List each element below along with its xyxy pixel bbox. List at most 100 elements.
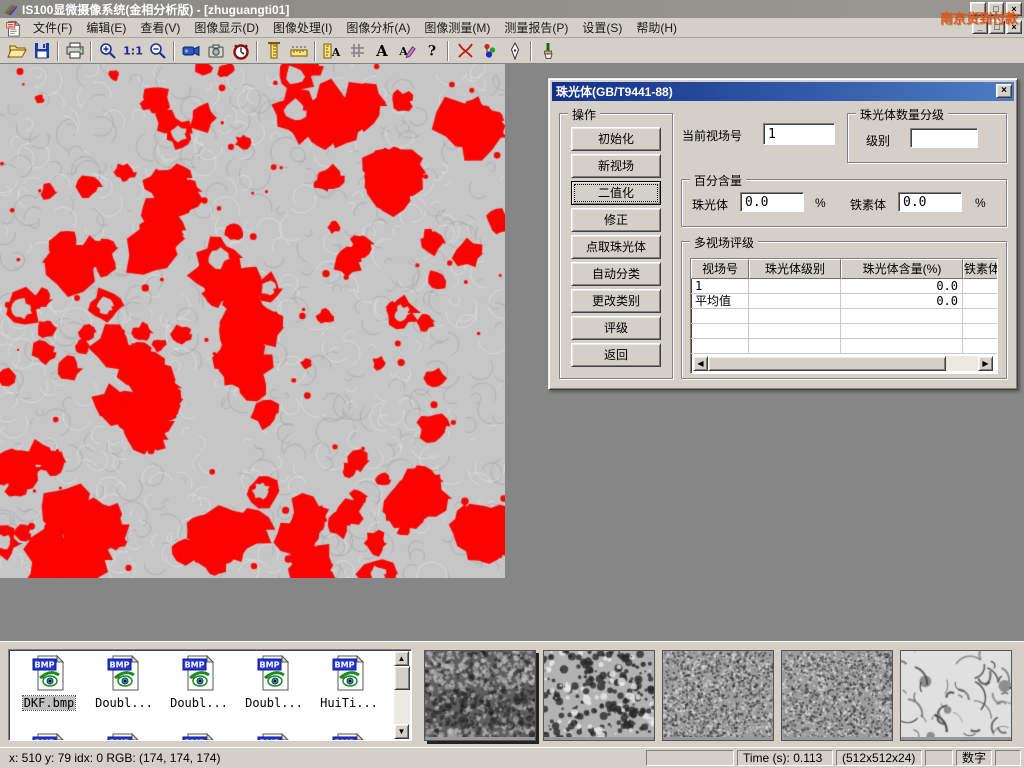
table-header[interactable]: 铁素体含量(%) bbox=[963, 259, 998, 279]
mdi-close-button[interactable]: × bbox=[1006, 20, 1022, 34]
new-field-button[interactable]: 新视场 bbox=[571, 154, 661, 178]
grade-input[interactable] bbox=[910, 128, 978, 148]
table-cell bbox=[749, 339, 841, 354]
current-field-input[interactable] bbox=[763, 123, 835, 145]
image-thumbnail[interactable] bbox=[900, 650, 1012, 741]
toolbar-help-button[interactable]: ? bbox=[419, 40, 444, 62]
multi-field-group: 多视场评级 视场号珠光体级别珠光体含量(%)铁素体含量(%) 10.0平均值0.… bbox=[681, 241, 1007, 379]
toolbar-actual-size-button[interactable]: 1:1 bbox=[120, 40, 145, 62]
correct-button[interactable]: 修正 bbox=[571, 208, 661, 232]
image-thumbnail[interactable] bbox=[781, 650, 893, 741]
toolbar-particles-button[interactable] bbox=[477, 40, 502, 62]
file-item[interactable]: BMP bbox=[163, 731, 235, 741]
scrollbar-thumb[interactable] bbox=[394, 666, 410, 690]
image-thumbnail[interactable] bbox=[543, 650, 655, 741]
dialog-title-bar[interactable]: 珠光体(GB/T9441-88) × bbox=[552, 82, 1014, 101]
change-class-button[interactable]: 更改类别 bbox=[571, 289, 661, 313]
document-icon[interactable] bbox=[4, 19, 22, 37]
toolbar-video-camera-button[interactable] bbox=[178, 40, 203, 62]
file-item[interactable]: BMP DKF.bmp bbox=[13, 653, 85, 710]
svg-text:?: ? bbox=[427, 44, 435, 60]
measure-text-icon: A bbox=[322, 41, 342, 60]
micrograph-image[interactable] bbox=[0, 64, 505, 578]
table-horizontal-scrollbar[interactable]: ◀ ▶ bbox=[693, 356, 993, 371]
table-cell bbox=[691, 309, 749, 324]
rating-table[interactable]: 视场号珠光体级别珠光体含量(%)铁素体含量(%) 10.0平均值0.0 ◀ ▶ bbox=[690, 258, 998, 374]
toolbar-open-button[interactable] bbox=[4, 40, 29, 62]
toolbar-print-button[interactable] bbox=[62, 40, 87, 62]
table-cell: 1 bbox=[691, 279, 749, 294]
thumbnail-canvas bbox=[901, 651, 1011, 737]
mdi-restore-button[interactable]: □ bbox=[989, 20, 1005, 34]
menu-item-settings[interactable]: 设置(S) bbox=[575, 19, 629, 37]
pick-pearlite-button[interactable]: 点取珠光体 bbox=[571, 235, 661, 259]
auto-classify-button[interactable]: 自动分类 bbox=[571, 262, 661, 286]
toolbar-pen-button[interactable] bbox=[502, 40, 527, 62]
actual-size-icon: 1:1 bbox=[123, 41, 143, 60]
toolbar-timer-button[interactable] bbox=[228, 40, 253, 62]
file-item[interactable]: BMP bbox=[238, 731, 310, 741]
scroll-left-button[interactable]: ◀ bbox=[693, 356, 708, 371]
bmp-file-icon: BMP bbox=[331, 653, 367, 693]
table-row[interactable] bbox=[691, 339, 997, 354]
menu-item-help[interactable]: 帮助(H) bbox=[629, 19, 684, 37]
dialog-close-button[interactable]: × bbox=[996, 84, 1012, 98]
scroll-right-button[interactable]: ▶ bbox=[978, 356, 993, 371]
return-button[interactable]: 返回 bbox=[571, 343, 661, 367]
toolbar-photo-camera-button[interactable] bbox=[203, 40, 228, 62]
grade-button[interactable]: 评级 bbox=[571, 316, 661, 340]
file-item[interactable]: BMP Doubl... bbox=[238, 653, 310, 710]
file-item[interactable]: BMP Doubl... bbox=[163, 653, 235, 710]
file-listbox[interactable]: ▲ ▼ BMP DKF.bmp BMP Doubl... BMP bbox=[8, 649, 412, 741]
minimize-button[interactable]: _ bbox=[970, 2, 986, 16]
table-row[interactable]: 平均值0.0 bbox=[691, 294, 997, 309]
file-list-scrollbar[interactable]: ▲ ▼ bbox=[394, 651, 410, 739]
menu-item-image-process[interactable]: 图像处理(I) bbox=[266, 19, 339, 37]
close-button[interactable]: × bbox=[1006, 2, 1022, 16]
toolbar-zoom-in-button[interactable] bbox=[95, 40, 120, 62]
file-item[interactable]: BMP bbox=[313, 731, 385, 741]
toolbar-annotate-button[interactable]: A bbox=[394, 40, 419, 62]
toolbar-ruler-button[interactable] bbox=[286, 40, 311, 62]
menu-item-image-measure[interactable]: 图像测量(M) bbox=[417, 19, 497, 37]
file-item[interactable]: BMP HuiTi... bbox=[313, 653, 385, 710]
menu-item-image-display[interactable]: 图像显示(D) bbox=[187, 19, 266, 37]
toolbar-text-button[interactable]: A bbox=[369, 40, 394, 62]
image-thumbnail[interactable] bbox=[662, 650, 774, 741]
table-header[interactable]: 珠光体级别 bbox=[749, 259, 841, 279]
toolbar-grid-button[interactable] bbox=[344, 40, 369, 62]
menu-item-edit[interactable]: 编辑(E) bbox=[79, 19, 133, 37]
table-row[interactable] bbox=[691, 309, 997, 324]
binarize-button[interactable]: 二值化 bbox=[571, 181, 661, 205]
init-button[interactable]: 初始化 bbox=[571, 127, 661, 151]
file-item[interactable]: BMP bbox=[88, 731, 160, 741]
file-item[interactable]: BMP bbox=[13, 731, 85, 741]
pearlite-percent-input[interactable] bbox=[740, 192, 804, 212]
toolbar-save-button[interactable] bbox=[29, 40, 54, 62]
table-cell bbox=[749, 324, 841, 339]
table-row[interactable] bbox=[691, 324, 997, 339]
thumbnail-canvas bbox=[782, 651, 892, 737]
image-thumbnail[interactable] bbox=[424, 650, 536, 741]
maximize-button[interactable]: □ bbox=[988, 2, 1004, 16]
table-header[interactable]: 珠光体含量(%) bbox=[841, 259, 963, 279]
toolbar-zoom-out-button[interactable] bbox=[145, 40, 170, 62]
menu-item-file[interactable]: 文件(F) bbox=[26, 19, 79, 37]
toolbar-measure-text-button[interactable]: A bbox=[319, 40, 344, 62]
menu-item-image-analysis[interactable]: 图像分析(A) bbox=[339, 19, 417, 37]
menu-item-measure-report[interactable]: 测量报告(P) bbox=[497, 19, 575, 37]
scrollbar-thumb[interactable] bbox=[708, 356, 946, 371]
mdi-minimize-button[interactable]: _ bbox=[972, 20, 988, 34]
toolbar-curve-tool-button[interactable] bbox=[452, 40, 477, 62]
toolbar-brush-button[interactable] bbox=[535, 40, 560, 62]
scroll-down-button[interactable]: ▼ bbox=[394, 724, 409, 739]
toolbar-caliper-button[interactable] bbox=[261, 40, 286, 62]
ferrite-percent-input[interactable] bbox=[898, 192, 962, 212]
scroll-up-button[interactable]: ▲ bbox=[394, 651, 409, 666]
file-item[interactable]: BMP Doubl... bbox=[88, 653, 160, 710]
window-title: IS100显微摄像系统(金相分析版) - [zhuguangti01] bbox=[22, 1, 289, 18]
menu-item-view[interactable]: 查看(V) bbox=[133, 19, 187, 37]
table-header[interactable]: 视场号 bbox=[691, 259, 749, 279]
dialog-title: 珠光体(GB/T9441-88) bbox=[556, 83, 673, 100]
table-row[interactable]: 10.0 bbox=[691, 279, 997, 294]
